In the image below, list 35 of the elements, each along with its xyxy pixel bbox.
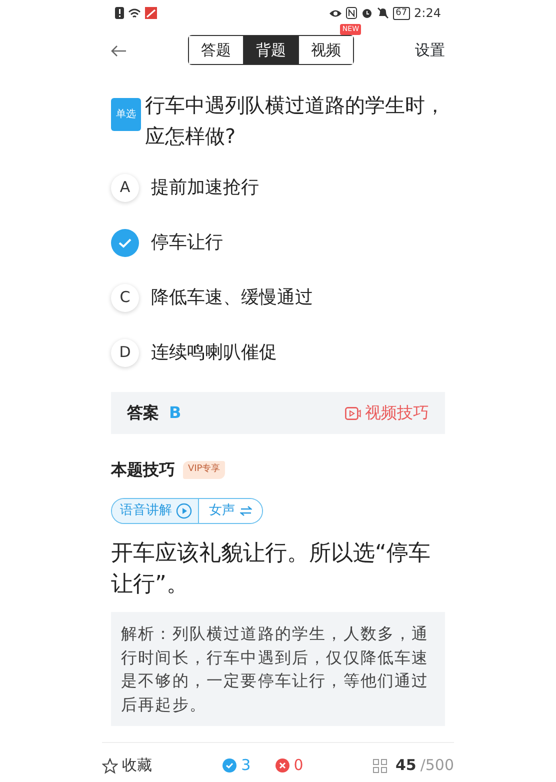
settings-button[interactable]: 设置 xyxy=(415,38,445,62)
swap-icon xyxy=(240,506,252,516)
section-title: 本题技巧 xyxy=(111,459,175,481)
favorite-button[interactable]: 收藏 xyxy=(102,754,152,777)
answer-value: B xyxy=(169,402,182,424)
answer-option[interactable]: 停车让行 xyxy=(111,215,445,270)
tip-summary: 开车应该礼貌让行。所以选“停车让行”。 xyxy=(111,540,432,599)
tab[interactable]: 背题 xyxy=(243,36,298,64)
eye-icon xyxy=(328,8,342,18)
option-letter: D xyxy=(111,338,139,366)
answer-option[interactable]: D 连续鸣喇叭催促 xyxy=(111,325,445,380)
progress-button[interactable]: 45 /500 xyxy=(373,754,454,777)
option-letter: A xyxy=(111,174,139,202)
alarm-icon xyxy=(360,7,373,19)
vip-tag: VIP专享 xyxy=(183,461,226,479)
wrong-count[interactable]: 0 xyxy=(274,754,304,777)
star-icon xyxy=(102,758,118,774)
battery-indicator: 67 xyxy=(392,6,410,20)
play-icon xyxy=(176,503,192,519)
answer-option[interactable]: C 降低车速、缓慢通过 xyxy=(111,270,445,325)
answer-label: 答案 xyxy=(127,402,159,424)
check-icon xyxy=(222,758,238,773)
question-type-tag: 单选 xyxy=(111,98,141,131)
option-letter: C xyxy=(111,284,139,312)
video-icon xyxy=(345,406,361,420)
nfc-icon xyxy=(346,7,357,19)
status-time: 2:24 xyxy=(414,5,441,22)
close-icon xyxy=(274,758,290,773)
alert-icon xyxy=(115,7,124,19)
question-text: 行车中遇列队横过道路的学生时，应怎样做? xyxy=(145,92,445,150)
analysis-text: 解析：列队横过道路的学生，人数多，通行时间长，行车中遇到后，仅仅降低车速是不够的，一定要停车让行，等他们通过后再起步。 xyxy=(111,612,445,726)
mute-icon xyxy=(376,7,389,19)
grid-icon xyxy=(373,758,388,772)
wifi-icon xyxy=(128,8,141,18)
answer-option[interactable]: A 提前加速抢行 xyxy=(111,160,445,215)
